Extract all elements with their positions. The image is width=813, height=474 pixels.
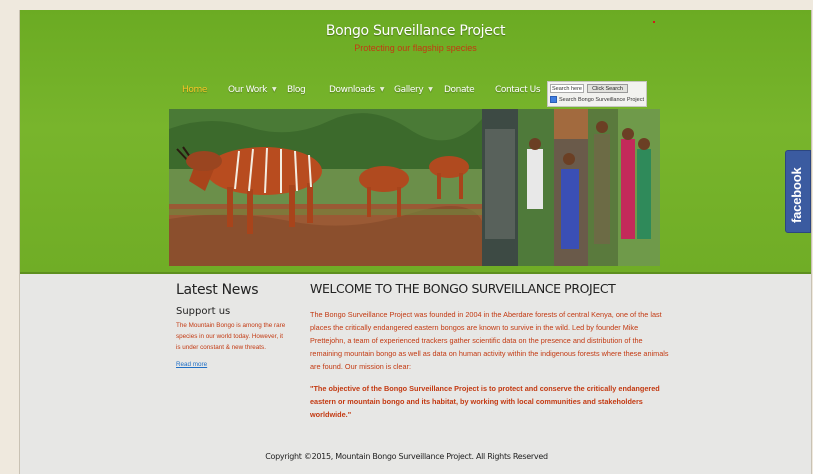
nav-item-label: Contact Us <box>495 85 541 95</box>
nav-item-downloads[interactable]: Downloads ▼ <box>329 85 384 95</box>
nav-item-label: Donate <box>444 85 475 95</box>
sidebar-text: The Mountain Bongo is among the rare spe… <box>176 322 286 351</box>
banner-collage <box>169 109 660 266</box>
search-input[interactable] <box>550 84 584 93</box>
decorative-dot <box>653 21 655 23</box>
read-more-link[interactable]: Read more <box>176 361 207 368</box>
site-tagline: Protecting our flagship species <box>354 43 477 53</box>
nav-item-home[interactable]: Home <box>182 85 207 95</box>
facebook-label: facebook <box>789 167 804 223</box>
nav-item-blog[interactable]: Blog <box>287 85 306 95</box>
site-title[interactable]: Bongo Surveillance Project <box>20 23 811 39</box>
checkbox-checked-icon <box>550 96 557 103</box>
caret-down-icon: ▼ <box>379 86 385 93</box>
caret-down-icon: ▼ <box>428 86 433 93</box>
search-scope-label: Search Bongo Surveillance Project <box>559 96 644 103</box>
search-widget: Click Search Search Bongo Surveillance P… <box>547 81 647 107</box>
mission-quote: "The objective of the Bongo Surveillance… <box>310 384 660 419</box>
footer-copyright: Copyright ©2015, Mountain Bongo Surveill… <box>265 452 548 461</box>
sidebar: Latest News Support us The Mountain Bong… <box>176 282 296 371</box>
sidebar-title: Latest News <box>176 282 259 298</box>
search-scope-checkbox[interactable]: Search Bongo Surveillance Project <box>550 96 644 103</box>
nav-item-label: Gallery <box>394 85 424 95</box>
page-frame: Bongo Surveillance Project Protecting ou… <box>19 10 812 474</box>
caret-down-icon: ▼ <box>271 86 277 93</box>
main-area: Latest News Support us The Mountain Bong… <box>20 274 811 474</box>
nav-item-label: Home <box>182 85 207 95</box>
facebook-tab[interactable]: facebook <box>785 150 811 233</box>
nav-item-donate[interactable]: Donate <box>444 85 475 95</box>
sidebar-subtitle: Support us <box>176 306 231 317</box>
banner-image <box>169 109 660 266</box>
intro-paragraph: The Bongo Surveillance Project was found… <box>310 310 669 371</box>
nav-item-label: Our Work <box>228 85 267 95</box>
site-header: Bongo Surveillance Project Protecting ou… <box>20 10 811 274</box>
nav-item-label: Downloads <box>329 85 375 95</box>
nav-item-contact-us[interactable]: Contact Us <box>495 85 541 95</box>
search-button[interactable]: Click Search <box>587 84 628 93</box>
nav-item-label: Blog <box>287 85 306 95</box>
nav-item-gallery[interactable]: Gallery ▼ <box>394 85 433 95</box>
page-title: WELCOME TO THE BONGO SURVEILLANCE PROJEC… <box>310 281 616 296</box>
nav-item-our-work[interactable]: Our Work ▼ <box>228 85 277 95</box>
main-content: WELCOME TO THE BONGO SURVEILLANCE PROJEC… <box>310 281 670 421</box>
